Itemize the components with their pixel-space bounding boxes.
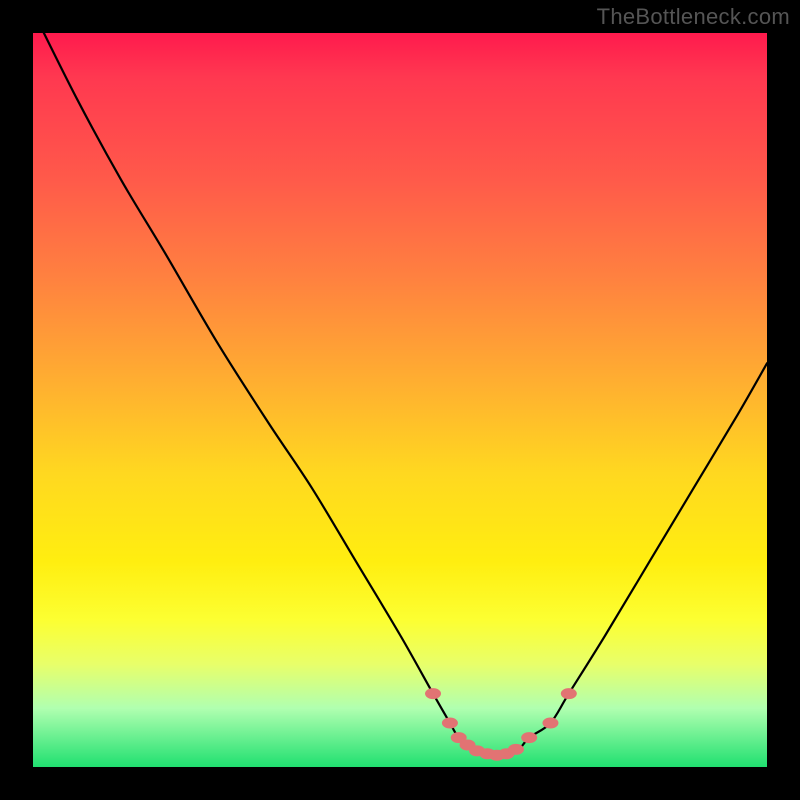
sweet-spot-dot <box>542 717 558 728</box>
sweet-spot-dot <box>442 717 458 728</box>
sweet-spot-dot <box>425 688 441 699</box>
sweet-spot-dots <box>425 688 577 761</box>
dot-layer <box>33 33 767 767</box>
watermark-text: TheBottleneck.com <box>597 4 790 30</box>
chart-frame: TheBottleneck.com <box>0 0 800 800</box>
sweet-spot-dot <box>508 744 524 755</box>
sweet-spot-dot <box>521 732 537 743</box>
plot-area <box>33 33 767 767</box>
sweet-spot-dot <box>561 688 577 699</box>
